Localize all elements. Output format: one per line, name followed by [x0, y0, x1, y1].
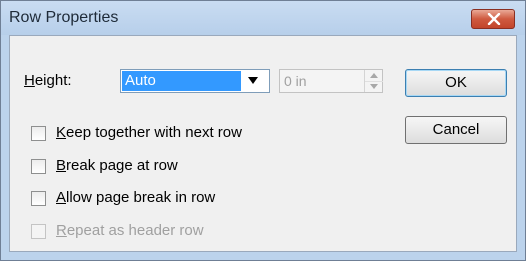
chevron-down-icon[interactable] [247, 76, 259, 85]
triangle-down-icon [370, 84, 378, 89]
dialog-window: Row Properties Height: Auto 0 in OK Canc… [0, 0, 526, 261]
ok-button[interactable]: OK [405, 69, 507, 97]
spinner-down-button[interactable] [365, 81, 383, 92]
height-value-spinner[interactable]: 0 in [279, 69, 383, 93]
allow-page-break-checkbox[interactable] [31, 191, 46, 206]
dialog-title: Row Properties [9, 9, 119, 26]
repeat-header-checkbox [31, 224, 46, 239]
keep-together-label[interactable]: Keep together with next row [56, 124, 242, 141]
spinner-buttons [364, 70, 383, 92]
height-mode-select[interactable]: Auto [120, 69, 270, 93]
height-value-field: 0 in [284, 73, 307, 89]
close-button[interactable] [471, 9, 515, 29]
dialog-body: Height: Auto 0 in OK Cancel Keep togethe… [9, 35, 517, 252]
height-label: Height: [24, 72, 72, 89]
allow-page-break-label[interactable]: Allow page break in row [56, 189, 215, 206]
title-bar[interactable]: Row Properties [1, 1, 525, 35]
close-icon [487, 13, 501, 25]
break-page-checkbox[interactable] [31, 159, 46, 174]
break-page-label[interactable]: Break page at row [56, 157, 178, 174]
cancel-button[interactable]: Cancel [405, 116, 507, 144]
triangle-up-icon [370, 73, 378, 78]
height-mode-value: Auto [122, 71, 241, 91]
keep-together-checkbox[interactable] [31, 126, 46, 141]
repeat-header-label: Repeat as header row [56, 222, 204, 239]
